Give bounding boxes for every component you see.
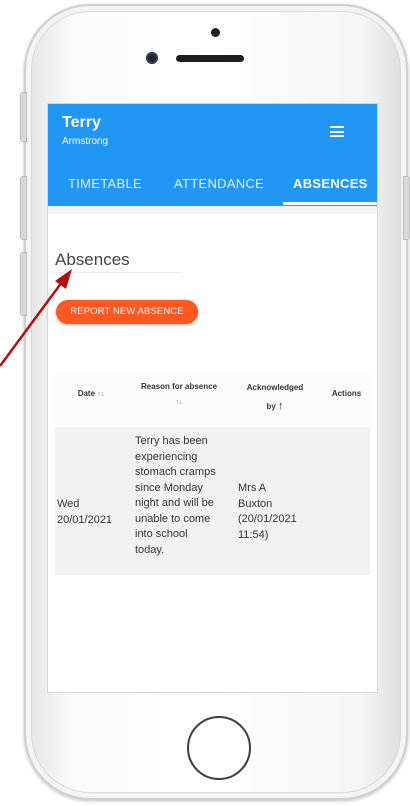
arrow-up-icon: ↑ [278, 400, 284, 412]
report-new-absence-button[interactable]: REPORT NEW ABSENCE [56, 300, 198, 324]
ack-line: 11:54) [238, 528, 269, 541]
app-screen: Terry Armstrong TIMETABLE ATTENDANCE ABS… [48, 104, 377, 692]
title-divider [55, 272, 183, 273]
ack-line: Buxton [238, 497, 273, 510]
active-tab-indicator [283, 202, 377, 205]
user-first-name: Terry [62, 114, 101, 131]
content-area: Absences REPORT NEW ABSENCE Date ↑↓ Reas… [48, 206, 377, 692]
date-value: 20/01/2021 [57, 513, 113, 526]
reason-line: experiencing [135, 450, 198, 463]
hamburger-menu-icon[interactable] [330, 126, 344, 137]
ack-line: (20/01/2021 [238, 513, 297, 525]
tab-attendance[interactable]: ATTENDANCE [174, 176, 264, 191]
column-header-actions-label: Actions [331, 389, 362, 398]
tab-timetable[interactable]: TIMETABLE [68, 176, 142, 191]
app-bar: Terry Armstrong TIMETABLE ATTENDANCE ABS… [48, 104, 377, 206]
column-header-date[interactable]: Date ↑↓ [55, 371, 127, 427]
volume-up-button [20, 176, 27, 240]
front-camera [146, 52, 158, 64]
reason-line: into school [135, 528, 188, 540]
tab-absences[interactable]: ABSENCES [293, 176, 368, 191]
column-header-acknowledged[interactable]: Acknowledged by ↑ [231, 371, 319, 427]
earpiece-speaker [176, 55, 244, 62]
cell-reason: Terry has been experiencing stomach cram… [135, 434, 231, 558]
power-button [403, 176, 410, 240]
home-button[interactable] [187, 716, 251, 780]
cell-acknowledged: Mrs A Buxton (20/01/2021 11:54) [238, 481, 322, 543]
column-header-acknowledged-by: by [266, 402, 276, 411]
cell-date: Wed 20/01/2021 [57, 497, 129, 528]
mute-switch [20, 92, 27, 142]
reason-line: since Monday [135, 481, 203, 494]
reason-line: stomach cramps [135, 466, 216, 478]
top-sensor-dot [211, 28, 220, 37]
sort-arrows-icon: ↑↓ [175, 399, 183, 406]
date-weekday: Wed [57, 498, 80, 510]
column-header-acknowledged-label: Acknowledged [246, 383, 304, 392]
user-last-name: Armstrong [62, 136, 109, 147]
reason-line: night and will be [135, 497, 214, 509]
column-header-reason-label: Reason for absence [140, 382, 218, 391]
reason-line: today. [135, 543, 165, 556]
reason-line: unable to come [135, 512, 211, 525]
absences-card: Absences REPORT NEW ABSENCE Date ↑↓ Reas… [48, 214, 377, 692]
ack-line: Mrs A [238, 482, 267, 494]
sort-arrows-icon: ↑↓ [97, 391, 105, 398]
column-header-actions: Actions [323, 371, 370, 427]
column-header-date-label: Date [77, 389, 96, 398]
volume-down-button [20, 252, 27, 316]
page-title: Absences [55, 250, 130, 269]
reason-line: Terry has been [135, 435, 208, 447]
column-header-reason[interactable]: Reason for absence ↑↓ [131, 371, 227, 427]
